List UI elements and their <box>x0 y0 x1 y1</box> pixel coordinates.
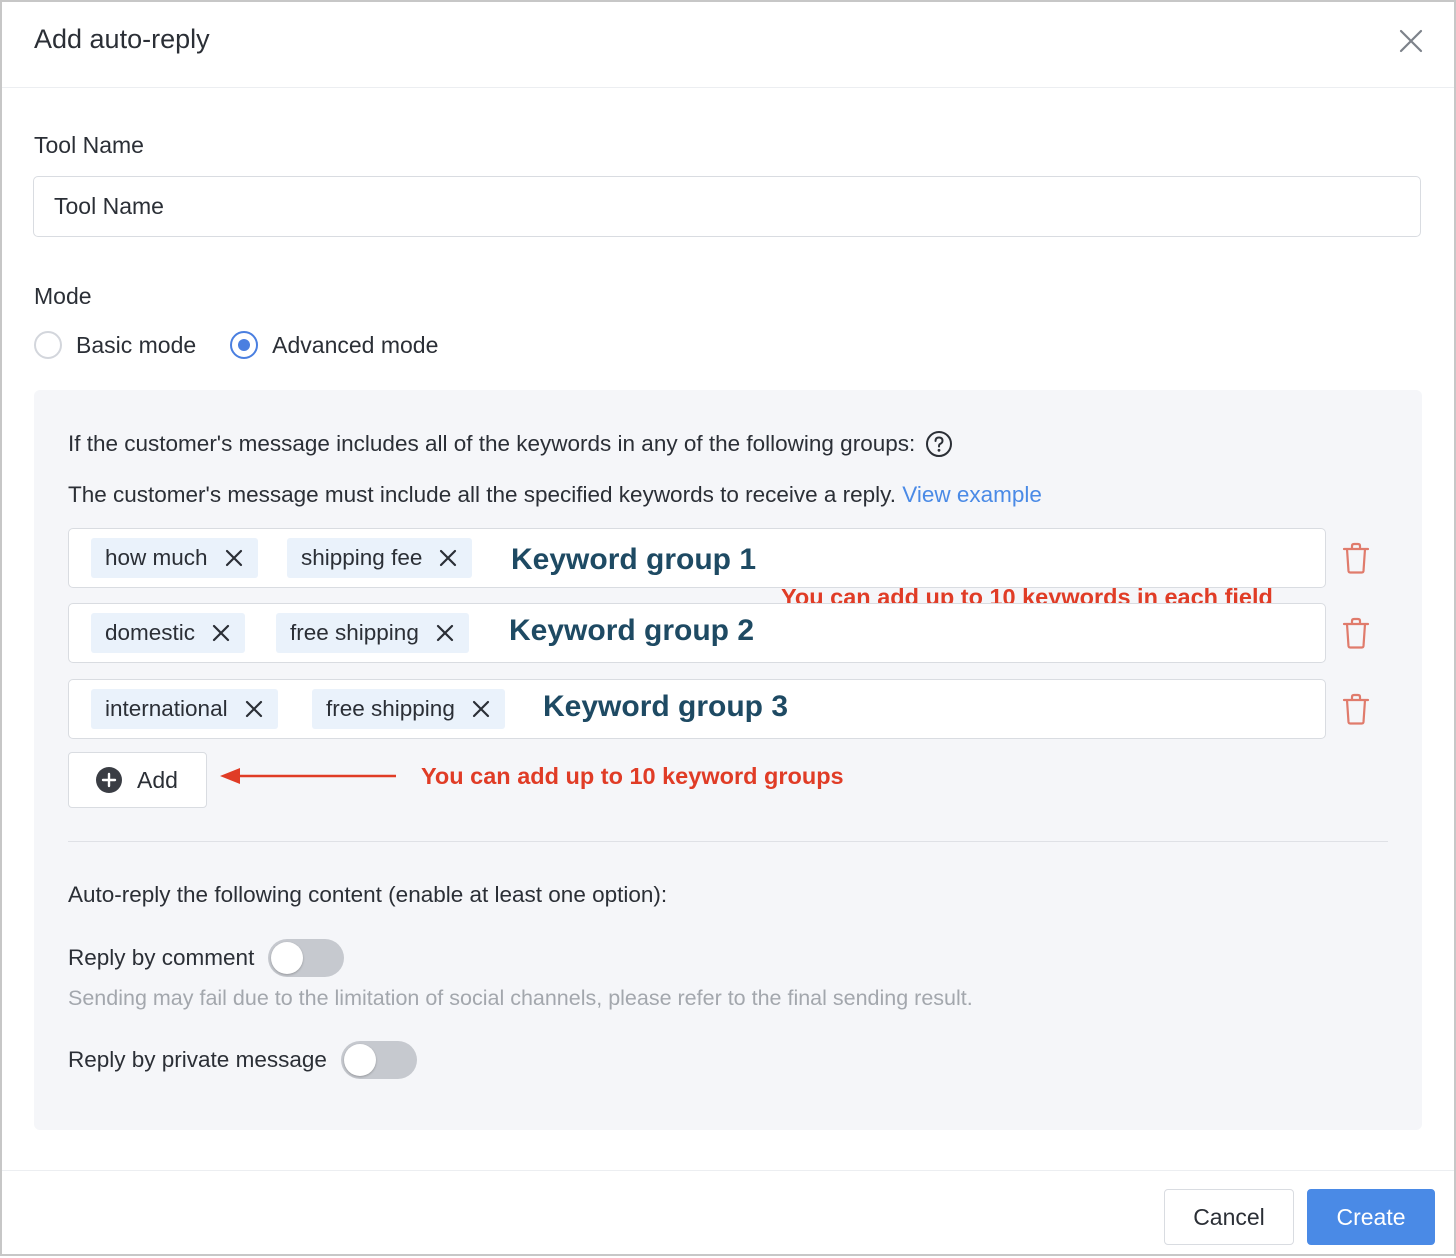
dialog-header: Add auto-reply <box>2 2 1454 88</box>
keyword-tag-label: domestic <box>105 620 196 645</box>
add-button-label: Add <box>137 766 178 793</box>
keyword-rule-text: The customer's message must include all … <box>68 482 896 507</box>
remove-keyword-icon[interactable] <box>244 699 264 719</box>
remove-keyword-icon[interactable] <box>438 548 458 568</box>
reply-by-private-message-label: Reply by private message <box>68 1047 327 1072</box>
create-button[interactable]: Create <box>1307 1189 1435 1245</box>
add-keyword-group-button[interactable]: Add <box>68 752 207 808</box>
close-icon[interactable] <box>1398 28 1424 54</box>
view-example-link[interactable]: View example <box>902 482 1042 507</box>
section-divider <box>68 841 1388 842</box>
reply-by-comment-row: Reply by comment <box>68 939 345 977</box>
remove-keyword-icon[interactable] <box>471 699 491 719</box>
annotation-arrow-icon <box>220 768 396 784</box>
keyword-group-field[interactable]: international free shipping Keyword grou… <box>68 679 1326 739</box>
advanced-mode-label: Advanced mode <box>272 331 439 358</box>
reply-by-comment-label: Reply by comment <box>68 945 255 970</box>
plus-circle-icon <box>96 767 122 793</box>
keyword-description-text: If the customer's message includes all o… <box>68 431 916 456</box>
toggle-knob <box>343 1044 376 1076</box>
keyword-rule: The customer's message must include all … <box>68 482 1042 508</box>
keyword-tag: international <box>91 689 278 729</box>
keyword-tag-label: free shipping <box>290 620 419 645</box>
keyword-tag: how much <box>91 538 258 578</box>
advanced-mode-radio[interactable]: Advanced mode <box>230 331 438 359</box>
keyword-tag-label: international <box>105 696 228 721</box>
basic-mode-label: Basic mode <box>76 331 197 358</box>
mode-radio-group: Basic mode Advanced mode <box>34 328 472 362</box>
keyword-group-annotation: Keyword group 1 <box>511 543 757 576</box>
add-auto-reply-dialog: Add auto-reply Tool Name Mode Basic mode… <box>0 0 1456 1256</box>
keyword-tag: shipping fee <box>287 538 473 578</box>
keyword-tag-label: shipping fee <box>301 545 423 570</box>
reply-by-comment-toggle[interactable] <box>268 939 345 977</box>
cancel-button[interactable]: Cancel <box>1164 1189 1294 1245</box>
remove-keyword-icon[interactable] <box>224 548 244 568</box>
tool-name-label: Tool Name <box>34 132 144 158</box>
keyword-tag-label: how much <box>105 545 208 570</box>
reply-by-comment-hint: Sending may fail due to the limitation o… <box>68 986 973 1010</box>
keyword-group-annotation: Keyword group 3 <box>543 690 789 723</box>
keyword-group-field[interactable]: domestic free shipping Keyword group 2 <box>68 603 1326 663</box>
reply-by-private-message-row: Reply by private message <box>68 1041 417 1079</box>
trash-icon[interactable] <box>1342 693 1370 725</box>
question-circle-icon[interactable] <box>925 430 953 458</box>
basic-mode-radio[interactable]: Basic mode <box>34 331 196 359</box>
keyword-tag: domestic <box>91 613 246 653</box>
keyword-tag: free shipping <box>276 613 469 653</box>
trash-icon[interactable] <box>1342 617 1370 649</box>
remove-keyword-icon[interactable] <box>435 623 455 643</box>
keyword-groups-limit-annotation: You can add up to 10 keyword groups <box>421 763 844 789</box>
advanced-settings-panel: If the customer's message includes all o… <box>34 390 1422 1130</box>
keyword-group-field[interactable]: how much shipping fee Keyword group 1 <box>68 528 1326 588</box>
radio-checked-icon <box>230 331 259 359</box>
keyword-tag: free shipping <box>312 689 505 729</box>
keyword-tag-label: free shipping <box>326 696 455 721</box>
keyword-group-annotation: Keyword group 2 <box>509 614 755 647</box>
tool-name-input[interactable] <box>33 176 1421 237</box>
keyword-description: If the customer's message includes all o… <box>68 430 953 458</box>
toggle-knob <box>271 942 304 974</box>
dialog-footer: Cancel Create <box>2 1170 1454 1258</box>
mode-label: Mode <box>34 283 92 309</box>
remove-keyword-icon[interactable] <box>211 623 231 643</box>
reply-by-private-message-toggle[interactable] <box>340 1041 417 1079</box>
auto-reply-title: Auto-reply the following content (enable… <box>68 882 668 907</box>
radio-unchecked-icon <box>34 331 62 359</box>
trash-icon[interactable] <box>1342 542 1370 574</box>
dialog-title: Add auto-reply <box>34 24 210 54</box>
